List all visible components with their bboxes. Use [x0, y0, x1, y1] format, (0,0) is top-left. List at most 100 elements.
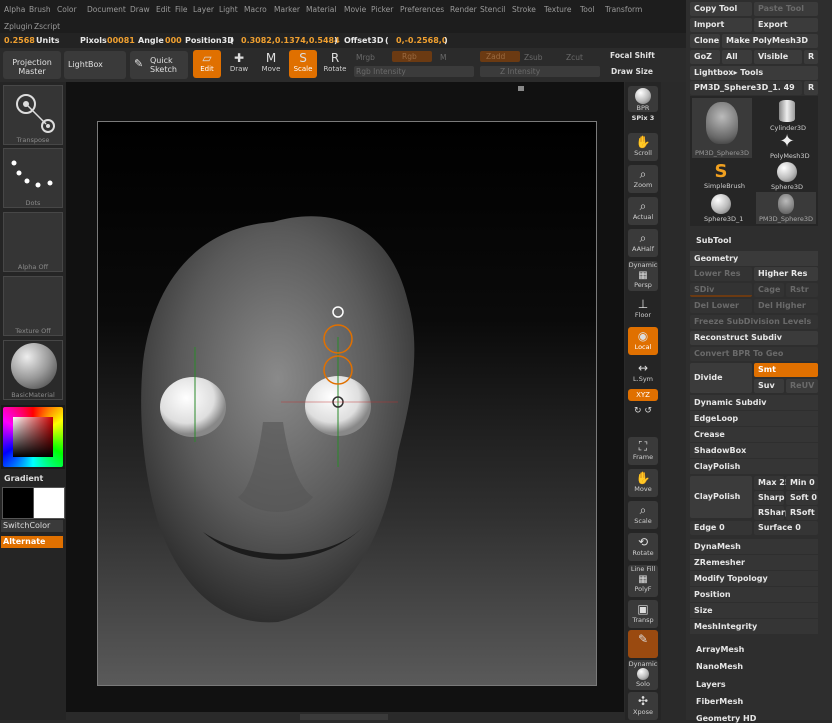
menu-material[interactable]: Material [306, 5, 336, 14]
divide-button[interactable]: Divide [690, 363, 752, 393]
claypolish-button[interactable]: ClayPolish [690, 476, 752, 518]
aahalf-button[interactable]: ⌕ AAHalf [628, 229, 658, 257]
persp-button[interactable]: Dynamic ▦ Persp [628, 261, 658, 291]
menu-picker[interactable]: Picker [371, 5, 393, 14]
mrgb-toggle[interactable]: Mrgb [356, 53, 375, 62]
menu-color[interactable]: Color [57, 5, 77, 14]
frame-button[interactable]: ⛶ Frame [628, 437, 658, 465]
tool-item-sphere3d[interactable]: Sphere3D [770, 162, 804, 191]
secondary-color-swatch[interactable] [2, 487, 34, 519]
claypolish-rsharp-slider[interactable]: RSharp [754, 506, 791, 520]
rgb-intensity-slider[interactable]: Rgb Intensity [354, 66, 474, 77]
claypolish-soft-slider[interactable]: Soft 0 [786, 491, 818, 505]
del-higher-button[interactable]: Del Higher [754, 299, 818, 313]
scroll-button[interactable]: ✋ Scroll [628, 133, 658, 161]
menu-layer[interactable]: Layer [193, 5, 214, 14]
draw-size-slider[interactable]: Draw Size [611, 67, 653, 76]
reuv-toggle[interactable]: ReUV [786, 379, 818, 393]
claypolish-min-slider[interactable]: Min 0 [786, 476, 818, 490]
freeze-subdivision-button[interactable]: Freeze SubDivision Levels [690, 315, 818, 329]
current-tool-r-button[interactable]: R [804, 81, 818, 95]
claypolish-sharp-slider[interactable]: Sharp [754, 491, 785, 505]
lightbox-button[interactable]: LightBox [64, 51, 126, 79]
claypolish-edge-slider[interactable]: Edge 0 [690, 521, 752, 535]
focal-shift-slider[interactable]: Focal Shift [610, 51, 655, 60]
tool-item-polymesh3d[interactable]: ✦ PolyMesh3D [770, 132, 810, 161]
menu-brush[interactable]: Brush [29, 5, 51, 14]
goz-r-button[interactable]: R [804, 50, 818, 64]
tool-item-pm3d-sphere-2[interactable]: PM3D_Sphere3D [756, 192, 816, 224]
zsub-toggle[interactable]: Zsub [524, 53, 543, 62]
ghost-button[interactable]: ✎ [628, 630, 658, 658]
sdiv-slider[interactable]: SDiv [690, 283, 752, 297]
geometry-hd-header[interactable]: Geometry HD [696, 714, 756, 723]
scale-mode-button[interactable]: S Scale [289, 50, 317, 78]
transp-button[interactable]: ▣ Transp [628, 600, 658, 628]
move-mode-button[interactable]: M Move [257, 50, 285, 78]
menu-macro[interactable]: Macro [244, 5, 267, 14]
main-color-swatch[interactable] [33, 487, 65, 519]
zcut-toggle[interactable]: Zcut [566, 53, 583, 62]
tool-item-sphere3d-1[interactable]: Sphere3D_1 [704, 194, 743, 223]
size-header[interactable]: Size [690, 603, 818, 618]
bpr-button[interactable]: BPR [628, 86, 658, 112]
claypolish-max-slider[interactable]: Max 25 [754, 476, 790, 490]
dynamesh-header[interactable]: DynaMesh [690, 539, 818, 554]
scale-view-button[interactable]: ⌕ Scale [628, 501, 658, 529]
menu-zplugin[interactable]: Zplugin [4, 22, 32, 31]
actual-button[interactable]: ⌕ Actual [628, 197, 658, 225]
menu-stencil[interactable]: Stencil [480, 5, 505, 14]
tool-item-pm3d-sphere[interactable]: PM3D_Sphere3D [692, 98, 752, 158]
spix-slider[interactable]: SPix 3 [628, 114, 658, 126]
make-polymesh-button[interactable]: Make PolyMesh3D [722, 34, 818, 48]
rstr-button[interactable]: Rstr [786, 283, 818, 297]
m-toggle[interactable]: M [440, 53, 446, 62]
layers-header[interactable]: Layers [696, 680, 726, 689]
position-header[interactable]: Position [690, 587, 818, 602]
crease-header[interactable]: Crease [690, 427, 818, 442]
material-thumb[interactable]: BasicMaterial [3, 340, 63, 400]
menu-zscript[interactable]: Zscript [34, 22, 60, 31]
current-tool-slider[interactable]: PM3D_Sphere3D_1. 49 [690, 81, 802, 95]
claypolish-rsoft-slider[interactable]: RSoft [786, 506, 818, 520]
move-view-button[interactable]: ✋ Move [628, 469, 658, 497]
subtool-header[interactable]: SubTool [696, 236, 731, 245]
zadd-toggle[interactable]: Zadd [480, 51, 520, 62]
import-button[interactable]: Import [690, 18, 752, 32]
xpose-button[interactable]: ✣ Xpose [628, 692, 658, 720]
rotate-axis-icons[interactable]: ↻ ↺ [628, 402, 658, 428]
rotate-view-button[interactable]: ⟲ Rotate [628, 533, 658, 561]
meshintegrity-header[interactable]: MeshIntegrity [690, 619, 818, 634]
menu-marker[interactable]: Marker [274, 5, 300, 14]
draw-mode-button[interactable]: ✚ Draw [225, 50, 253, 78]
floor-button[interactable]: ⊥ Floor [628, 295, 658, 323]
lsym-button[interactable]: ↔ L.Sym [628, 359, 658, 387]
polyf-button[interactable]: Line Fill ▦ PolyF [628, 565, 658, 597]
paste-tool-button[interactable]: Paste Tool [754, 2, 818, 16]
export-button[interactable]: Export [754, 18, 818, 32]
copy-tool-button[interactable]: Copy Tool [690, 2, 752, 16]
higher-res-button[interactable]: Higher Res [754, 267, 818, 281]
quick-sketch-button[interactable]: ✎ Quick Sketch [130, 51, 188, 79]
goz-all-button[interactable]: All [722, 50, 752, 64]
transpose-brush-thumb[interactable]: Transpose [3, 85, 63, 145]
arraymesh-header[interactable]: ArrayMesh [696, 645, 744, 654]
menu-preferences[interactable]: Preferences [400, 5, 444, 14]
suv-toggle[interactable]: Suv [754, 379, 784, 393]
menu-draw[interactable]: Draw [130, 5, 150, 14]
local-button[interactable]: ◉ Local [628, 327, 658, 355]
zremesher-header[interactable]: ZRemesher [690, 555, 818, 570]
modify-topology-header[interactable]: Modify Topology [690, 571, 818, 586]
zoom-button[interactable]: ⌕ Zoom [628, 165, 658, 193]
projection-master-button[interactable]: Projection Master [3, 51, 61, 79]
menu-file[interactable]: File [175, 5, 188, 14]
goz-button[interactable]: GoZ [690, 50, 720, 64]
del-lower-button[interactable]: Del Lower [690, 299, 752, 313]
scroll-marker[interactable] [518, 86, 524, 91]
menu-tool[interactable]: Tool [580, 5, 595, 14]
stroke-dots-thumb[interactable]: Dots [3, 148, 63, 208]
clone-button[interactable]: Clone [690, 34, 720, 48]
edit-mode-button[interactable]: ▱ Edit [193, 50, 221, 78]
alpha-thumb[interactable]: Alpha Off [3, 212, 63, 272]
head-sculpt-model[interactable] [98, 122, 598, 687]
